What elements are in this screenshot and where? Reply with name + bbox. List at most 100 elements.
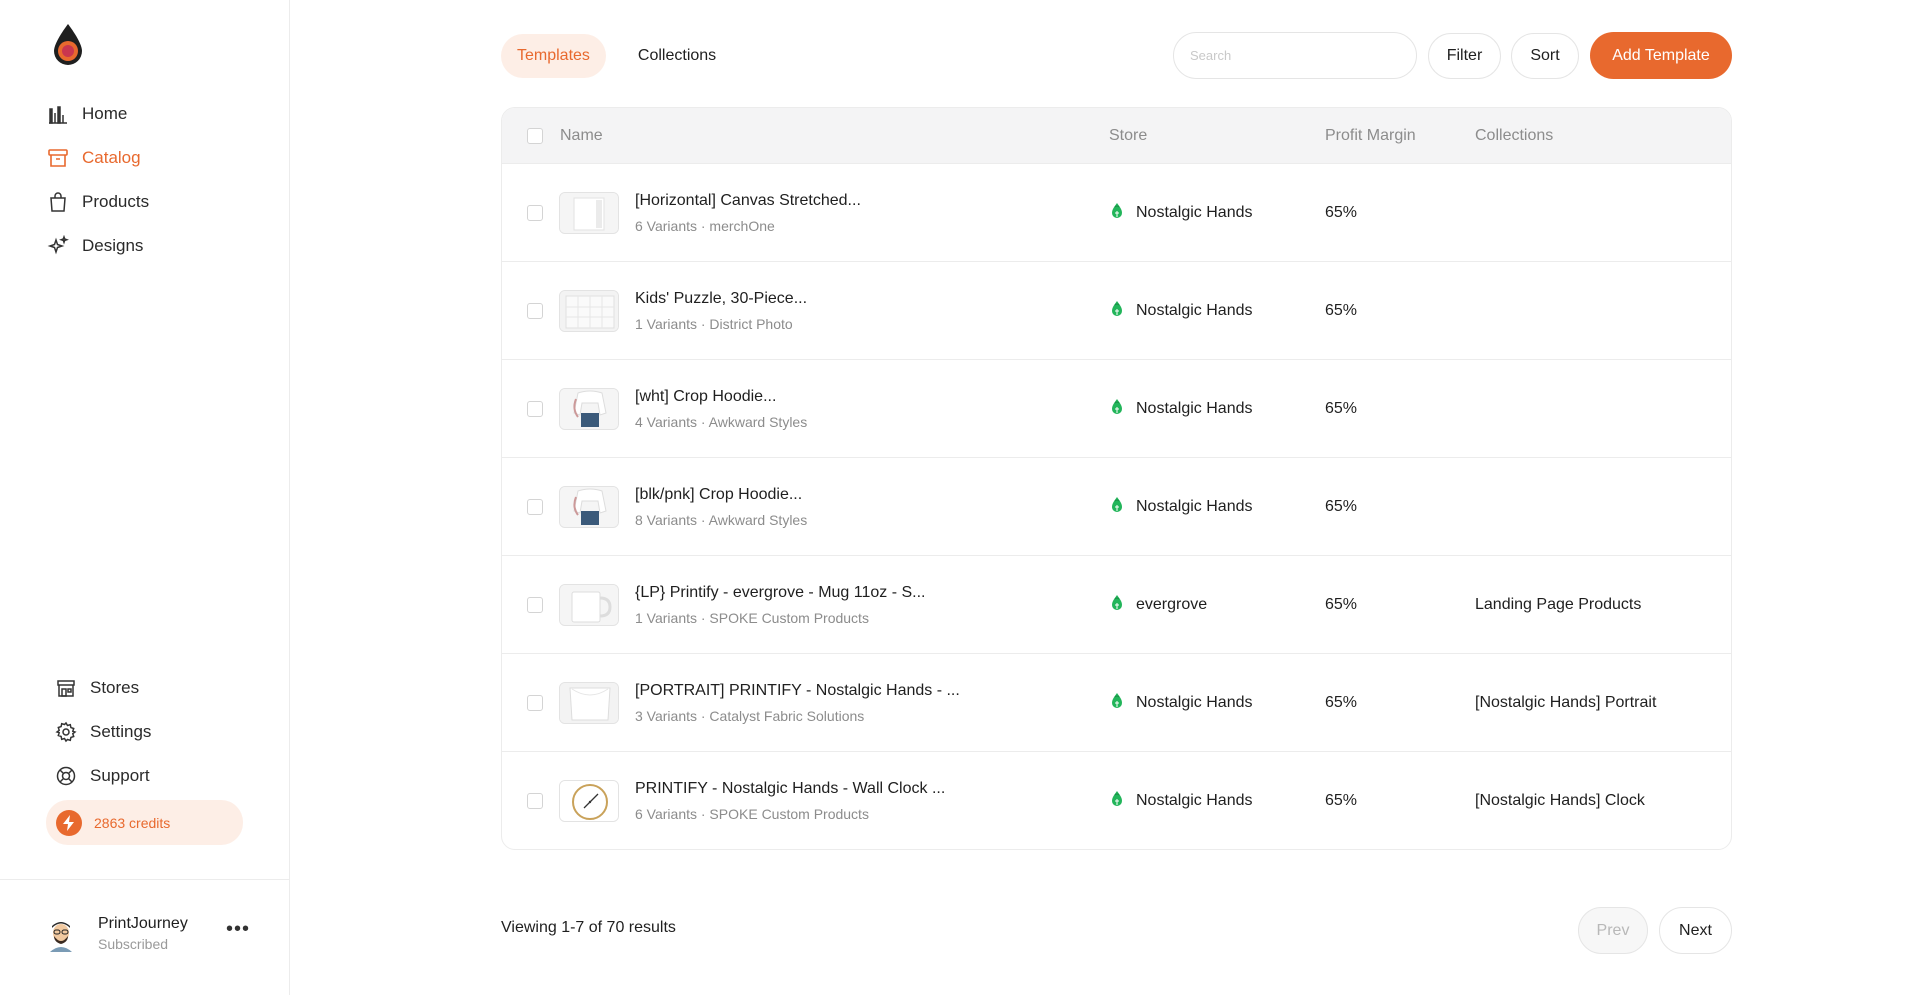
nav-label: Products <box>82 192 150 211</box>
sort-button[interactable]: Sort <box>1511 33 1579 79</box>
search-input[interactable] <box>1173 32 1417 79</box>
table-row[interactable]: {LP} Printify - evergrove - Mug 11oz - S… <box>502 555 1731 653</box>
store-name: Nostalgic Hands <box>1136 792 1253 809</box>
store-name: Nostalgic Hands <box>1136 204 1253 221</box>
main-nav: Home Catalog Products Designs <box>46 92 149 268</box>
product-thumbnail <box>559 388 619 430</box>
tab-collections[interactable]: Collections <box>622 34 732 78</box>
templates-table: Name Store Profit Margin Collections [Ho… <box>501 107 1732 850</box>
table-row[interactable]: Kids' Puzzle, 30-Piece... 1 Variants · D… <box>502 261 1731 359</box>
prev-page-button[interactable]: Prev <box>1578 907 1648 954</box>
column-header-name[interactable]: Name <box>560 108 603 163</box>
store-name: evergrove <box>1136 596 1208 613</box>
template-name[interactable]: [blk/pnk] Crop Hoodie... <box>635 486 807 504</box>
credits-label: 2863 credits <box>94 814 171 831</box>
collection-name: [Nostalgic Hands] Portrait <box>1475 694 1657 711</box>
add-template-button[interactable]: Add Template <box>1590 32 1732 79</box>
tab-bar: Templates Collections <box>501 34 732 78</box>
sidebar: Home Catalog Products Designs Stores Set… <box>0 0 290 995</box>
store-icon <box>1110 300 1124 323</box>
product-thumbnail <box>559 486 619 528</box>
results-count: Viewing 1-7 of 70 results <box>501 919 676 936</box>
store-icon <box>1110 398 1124 421</box>
store-icon <box>1110 594 1124 617</box>
profile-name: PrintJourney <box>98 914 188 932</box>
column-header-margin[interactable]: Profit Margin <box>1325 108 1416 163</box>
column-header-store[interactable]: Store <box>1109 108 1147 163</box>
template-name[interactable]: [wht] Crop Hoodie... <box>635 388 807 406</box>
collection-name: [Nostalgic Hands] Clock <box>1475 792 1645 809</box>
row-checkbox[interactable] <box>527 303 543 319</box>
product-thumbnail <box>559 780 619 822</box>
nav-label: Catalog <box>82 148 141 167</box>
template-name[interactable]: [Horizontal] Canvas Stretched... <box>635 192 861 210</box>
more-options-icon[interactable]: ••• <box>226 918 250 941</box>
table-row[interactable]: PRINTIFY - Nostalgic Hands - Wall Clock … <box>502 751 1731 849</box>
table-row[interactable]: [PORTRAIT] PRINTIFY - Nostalgic Hands - … <box>502 653 1731 751</box>
profit-margin: 65% <box>1325 694 1358 711</box>
product-thumbnail <box>559 584 619 626</box>
template-name[interactable]: PRINTIFY - Nostalgic Hands - Wall Clock … <box>635 780 945 798</box>
nav-label: Support <box>90 766 150 785</box>
profit-margin: 65% <box>1325 498 1358 515</box>
template-name[interactable]: Kids' Puzzle, 30-Piece... <box>635 290 807 308</box>
row-checkbox[interactable] <box>527 401 543 417</box>
tab-templates[interactable]: Templates <box>501 34 606 78</box>
nav-item-home[interactable]: Home <box>46 92 149 136</box>
sidebar-divider <box>0 879 290 880</box>
secondary-nav: Stores Settings Support <box>54 666 151 798</box>
profit-margin: 65% <box>1325 302 1358 319</box>
nav-label: Stores <box>90 678 140 697</box>
row-checkbox[interactable] <box>527 695 543 711</box>
lightning-icon <box>56 809 82 836</box>
shopping-bag-icon <box>46 190 70 214</box>
store-name: Nostalgic Hands <box>1136 302 1253 319</box>
table-body: [Horizontal] Canvas Stretched... 6 Varia… <box>502 163 1731 849</box>
nav-item-settings[interactable]: Settings <box>54 710 151 754</box>
template-name[interactable]: [PORTRAIT] PRINTIFY - Nostalgic Hands - … <box>635 682 960 700</box>
chart-icon <box>46 102 70 126</box>
row-checkbox[interactable] <box>527 597 543 613</box>
table-header: Name Store Profit Margin Collections <box>502 108 1731 163</box>
row-checkbox[interactable] <box>527 499 543 515</box>
user-profile[interactable]: PrintJourney Subscribed <box>42 914 188 952</box>
store-icon <box>1110 202 1124 225</box>
collection-name: Landing Page Products <box>1475 596 1642 613</box>
table-row[interactable]: [Horizontal] Canvas Stretched... 6 Varia… <box>502 163 1731 261</box>
nav-item-catalog[interactable]: Catalog <box>46 136 149 180</box>
storefront-icon <box>54 676 78 700</box>
gear-icon <box>54 720 78 744</box>
credits-badge[interactable]: 2863 credits <box>46 800 243 845</box>
nav-label: Home <box>82 104 128 123</box>
profit-margin: 65% <box>1325 400 1358 417</box>
store-icon <box>1110 692 1124 715</box>
table-row[interactable]: [wht] Crop Hoodie... 4 Variants · Awkwar… <box>502 359 1731 457</box>
row-checkbox[interactable] <box>527 793 543 809</box>
app-logo-icon[interactable] <box>50 22 86 66</box>
table-row[interactable]: [blk/pnk] Crop Hoodie... 8 Variants · Aw… <box>502 457 1731 555</box>
template-variants: 1 Variants · SPOKE Custom Products <box>635 610 869 626</box>
nav-item-stores[interactable]: Stores <box>54 666 151 710</box>
template-name[interactable]: {LP} Printify - evergrove - Mug 11oz - S… <box>635 584 926 602</box>
product-thumbnail <box>559 682 619 724</box>
store-icon <box>1110 496 1124 519</box>
profit-margin: 65% <box>1325 204 1358 221</box>
nav-item-designs[interactable]: Designs <box>46 224 149 268</box>
subscription-status: Subscribed <box>98 935 169 952</box>
product-thumbnail <box>559 290 619 332</box>
select-all-checkbox[interactable] <box>527 127 543 144</box>
nav-item-support[interactable]: Support <box>54 754 151 798</box>
profit-margin: 65% <box>1325 792 1358 809</box>
archive-icon <box>46 146 70 170</box>
column-header-collections[interactable]: Collections <box>1475 108 1553 163</box>
template-variants: 3 Variants · Catalyst Fabric Solutions <box>635 708 865 724</box>
nav-item-products[interactable]: Products <box>46 180 149 224</box>
row-checkbox[interactable] <box>527 205 543 221</box>
store-name: Nostalgic Hands <box>1136 400 1253 417</box>
lifebuoy-icon <box>54 764 78 788</box>
store-name: Nostalgic Hands <box>1136 498 1253 515</box>
next-page-button[interactable]: Next <box>1659 907 1732 954</box>
product-thumbnail <box>559 192 619 234</box>
filter-button[interactable]: Filter <box>1428 33 1501 79</box>
store-name: Nostalgic Hands <box>1136 694 1253 711</box>
